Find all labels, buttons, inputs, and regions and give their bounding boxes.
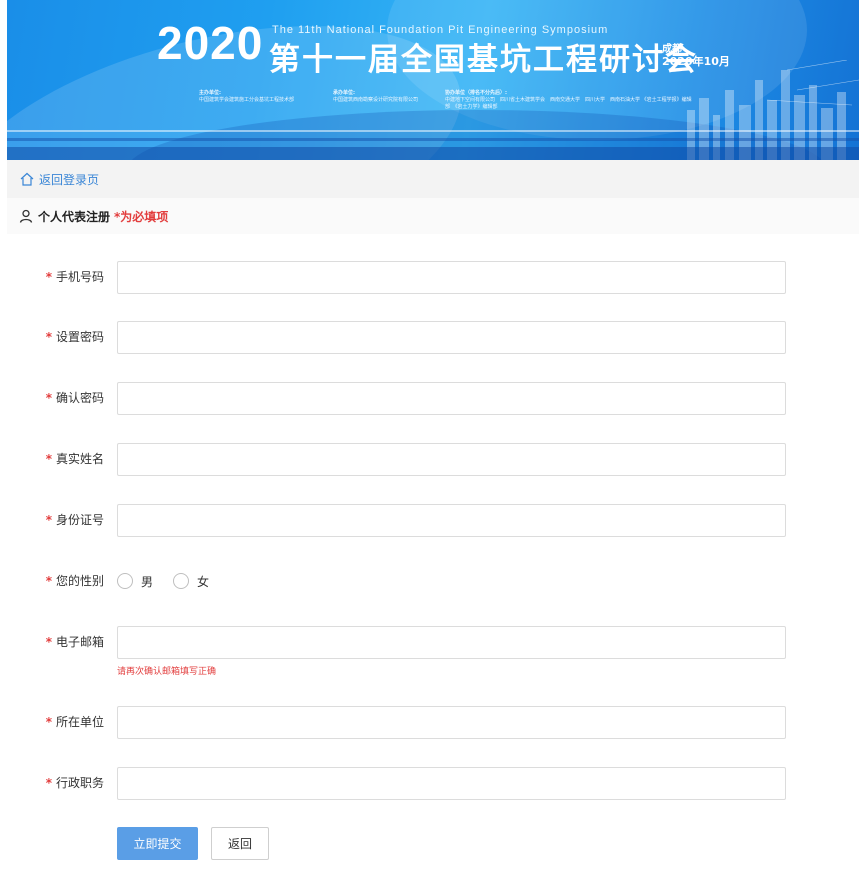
- gender-radio-group: 男 女: [117, 565, 229, 597]
- required-star: *: [45, 330, 52, 344]
- gender-male-radio[interactable]: 男: [117, 573, 153, 590]
- field-label: * 手机号码: [22, 261, 104, 293]
- field-label-text: 身份证号: [55, 513, 104, 527]
- field-label: * 行政职务: [22, 767, 104, 799]
- radio-label: 男: [141, 574, 154, 589]
- user-icon: [19, 209, 33, 223]
- field-label: * 设置密码: [22, 321, 104, 353]
- organization-input[interactable]: [117, 706, 786, 739]
- banner-organizer: 承办单位: 中国建筑西南勘察设计研究院有限公司: [333, 90, 443, 104]
- required-star: *: [45, 574, 52, 588]
- field-label-text: 行政职务: [55, 776, 104, 790]
- confirm-password-input[interactable]: [117, 382, 786, 415]
- field-label: * 您的性别: [22, 565, 104, 597]
- required-star: *: [45, 776, 52, 790]
- back-to-login-label: 返回登录页: [39, 172, 100, 187]
- email-input[interactable]: [117, 626, 786, 659]
- organizer-name: 中国建筑西南勘察设计研究院有限公司: [333, 97, 419, 103]
- back-to-login-link[interactable]: 返回登录页: [7, 160, 859, 198]
- radio-circle[interactable]: [117, 573, 133, 589]
- field-label-text: 确认密码: [55, 391, 104, 405]
- field-label: * 所在单位: [22, 706, 104, 738]
- section-title: 个人代表注册: [38, 209, 111, 224]
- gender-female-radio[interactable]: 女: [173, 573, 209, 590]
- field-label-text: 真实姓名: [55, 452, 104, 466]
- home-icon: [20, 172, 34, 186]
- banner-bottom-stripes: [7, 130, 859, 160]
- real-name-input[interactable]: [117, 443, 786, 476]
- password-input[interactable]: [117, 321, 786, 354]
- submit-button[interactable]: 立即提交: [117, 827, 198, 860]
- organizer-heading: 承办单位:: [333, 90, 355, 96]
- section-header: 个人代表注册 *为必填项: [7, 198, 859, 234]
- conference-banner: 2020 The 11th National Foundation Pit En…: [7, 0, 859, 160]
- required-star: *: [45, 635, 52, 649]
- required-star: *: [45, 270, 52, 284]
- required-star: *: [45, 715, 52, 729]
- field-label: * 真实姓名: [22, 443, 104, 475]
- required-star: *: [45, 391, 52, 405]
- banner-year: 2020: [157, 17, 264, 69]
- field-label: * 确认密码: [22, 382, 104, 414]
- field-label: * 身份证号: [22, 504, 104, 536]
- banner-organizer: 主办单位: 中国建筑学会建筑施工分会基坑工程技术部: [199, 90, 329, 104]
- field-label-text: 电子邮箱: [55, 635, 104, 649]
- back-button[interactable]: 返回: [211, 827, 269, 860]
- radio-circle[interactable]: [173, 573, 190, 589]
- field-label-text: 手机号码: [55, 270, 104, 284]
- required-star: *: [45, 452, 52, 466]
- id-number-input[interactable]: [117, 504, 786, 537]
- banner-title: 第十一届全国基坑工程研讨会: [269, 42, 698, 78]
- organizer-name: 中国建筑学会建筑施工分会基坑工程技术部: [199, 97, 295, 103]
- field-label-text: 您的性别: [55, 574, 104, 588]
- position-input[interactable]: [117, 767, 786, 800]
- field-label-text: 设置密码: [55, 330, 104, 344]
- organizer-heading: 主办单位:: [199, 90, 221, 96]
- field-label-text: 所在单位: [55, 715, 104, 729]
- email-hint: 请再次确认邮箱填写正确: [117, 667, 217, 677]
- required-note: *为必填项: [114, 209, 169, 224]
- radio-label: 女: [197, 574, 210, 589]
- field-label: * 电子邮箱: [22, 626, 104, 658]
- required-star: *: [45, 513, 52, 527]
- phone-input[interactable]: [117, 261, 786, 294]
